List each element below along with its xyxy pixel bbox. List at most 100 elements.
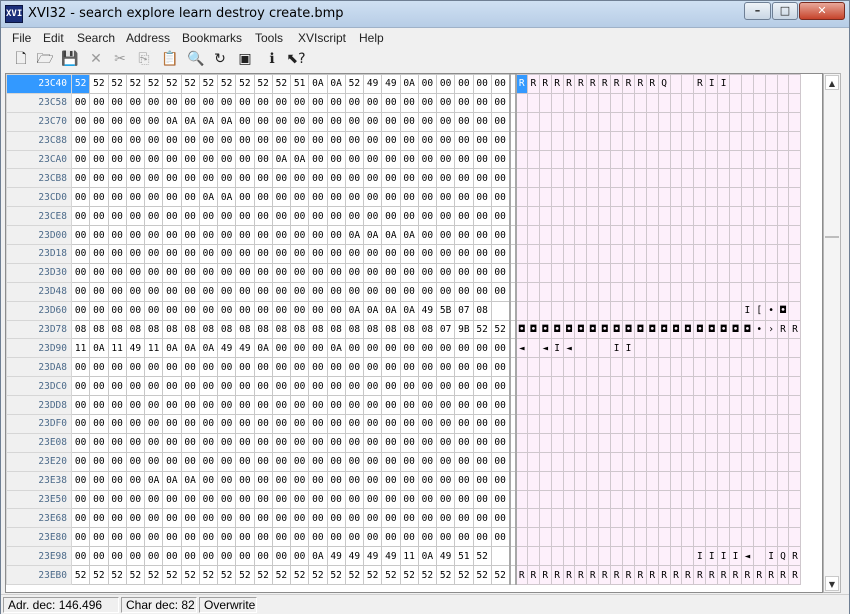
hex-byte[interactable]: 00 [143, 225, 164, 246]
ascii-char[interactable] [657, 338, 671, 359]
hex-byte[interactable]: 00 [472, 92, 492, 113]
ascii-char[interactable] [776, 527, 790, 548]
hex-byte[interactable]: 00 [417, 187, 438, 208]
ascii-char[interactable] [515, 489, 528, 510]
hex-byte[interactable]: 00 [435, 414, 456, 434]
hex-byte[interactable]: 00 [308, 414, 328, 434]
hex-byte[interactable]: 00 [89, 187, 109, 208]
hex-byte[interactable]: 00 [490, 451, 511, 472]
hex-byte[interactable]: 52 [143, 565, 164, 586]
ascii-char[interactable] [669, 244, 683, 264]
hex-byte[interactable]: 00 [289, 281, 310, 302]
ascii-char[interactable] [645, 244, 659, 264]
ascii-char[interactable] [633, 149, 647, 170]
ascii-char[interactable] [562, 395, 576, 416]
ascii-char[interactable]: • [764, 300, 778, 321]
hex-byte[interactable]: 00 [435, 187, 456, 208]
ascii-char[interactable] [681, 281, 695, 302]
ascii-char[interactable] [598, 527, 612, 548]
hex-byte[interactable]: 00 [326, 244, 346, 264]
ascii-char[interactable] [538, 281, 552, 302]
hex-byte[interactable]: 52 [107, 565, 127, 586]
hex-byte[interactable]: 00 [107, 111, 127, 132]
hex-byte[interactable]: 00 [125, 376, 146, 397]
ascii-char[interactable] [538, 451, 552, 472]
hex-byte[interactable]: 00 [435, 527, 456, 548]
hex-byte[interactable]: 00 [253, 395, 273, 416]
hex-byte[interactable]: 00 [289, 244, 310, 264]
ascii-char[interactable] [729, 357, 742, 378]
ascii-char[interactable]: ◘ [681, 319, 695, 340]
ascii-char[interactable] [550, 357, 564, 378]
ascii-char[interactable] [752, 130, 766, 151]
ascii-char[interactable] [740, 187, 754, 208]
hex-byte[interactable]: 00 [125, 206, 146, 227]
ascii-char[interactable] [598, 149, 612, 170]
hex-row[interactable]: 23D18 00 00 00 00 00 00 00 00 00 00 00 00 00 00 00 00 00 0… [6, 244, 802, 264]
ascii-char[interactable]: R [752, 565, 766, 586]
hex-byte[interactable]: 00 [362, 451, 383, 472]
ascii-char[interactable] [598, 489, 612, 510]
hex-byte[interactable]: 00 [472, 281, 492, 302]
ascii-char[interactable] [622, 527, 635, 548]
ascii-char[interactable] [645, 281, 659, 302]
ascii-char[interactable] [645, 300, 659, 321]
hex-byte[interactable]: 00 [271, 262, 292, 283]
hex-byte[interactable]: 00 [271, 357, 292, 378]
ascii-char[interactable] [645, 470, 659, 491]
ascii-char[interactable] [622, 470, 635, 491]
ascii-char[interactable]: R [705, 565, 719, 586]
hex-byte[interactable]: 00 [271, 546, 292, 567]
hex-byte[interactable]: 00 [417, 206, 438, 227]
hex-byte[interactable]: 00 [362, 130, 383, 151]
hex-byte[interactable]: 00 [417, 74, 438, 94]
ascii-char[interactable] [645, 206, 659, 227]
ascii-char[interactable] [598, 244, 612, 264]
ascii-char[interactable] [681, 338, 695, 359]
ascii-char[interactable] [645, 111, 659, 132]
ascii-char[interactable] [717, 168, 731, 189]
hex-byte[interactable]: 00 [180, 546, 200, 567]
ascii-char[interactable] [669, 111, 683, 132]
ascii-char[interactable] [610, 244, 624, 264]
hex-byte[interactable]: 00 [362, 357, 383, 378]
hex-byte[interactable]: 00 [180, 225, 200, 246]
hex-row[interactable]: 23E50 00 00 00 00 00 00 00 00 00 00 00 00 00 00 00 00 00 0… [6, 489, 802, 510]
hex-byte[interactable]: 00 [70, 187, 91, 208]
hex-byte[interactable]: 0A [417, 546, 438, 567]
hex-byte[interactable]: 08 [235, 319, 255, 340]
hex-byte[interactable]: 00 [216, 508, 237, 529]
hex-byte[interactable]: 00 [344, 244, 365, 264]
hex-byte[interactable]: 00 [399, 451, 419, 472]
hex-byte[interactable]: 00 [435, 338, 456, 359]
hex-row[interactable]: 23DC0 00 00 00 00 00 00 00 00 00 00 00 00 00 00 00 00 00 0… [6, 376, 802, 397]
ascii-char[interactable] [633, 300, 647, 321]
hex-byte[interactable]: 00 [381, 187, 401, 208]
ascii-char[interactable] [776, 149, 790, 170]
hex-byte[interactable]: 00 [180, 187, 200, 208]
hex-byte[interactable]: 00 [417, 432, 438, 453]
hex-row[interactable]: 23C58 00 00 00 00 00 00 00 00 00 00 00 00 00 00 00 00 00 0… [6, 92, 802, 113]
ascii-char[interactable] [693, 527, 707, 548]
ascii-char[interactable] [526, 244, 540, 264]
ascii-char[interactable]: R [515, 74, 528, 94]
open-folder-icon[interactable]: 🗁 [36, 50, 54, 68]
ascii-char[interactable] [657, 111, 671, 132]
ascii-char[interactable] [717, 149, 731, 170]
hex-byte[interactable]: 00 [381, 357, 401, 378]
hex-byte[interactable]: 00 [435, 451, 456, 472]
ascii-char[interactable] [574, 130, 588, 151]
row-address[interactable]: 23D78 [6, 319, 72, 340]
hex-byte[interactable]: 00 [70, 489, 91, 510]
hex-byte[interactable]: 00 [89, 376, 109, 397]
ascii-char[interactable] [586, 338, 600, 359]
hex-byte[interactable]: 00 [198, 244, 219, 264]
hex-byte[interactable]: 00 [271, 187, 292, 208]
ascii-char[interactable] [610, 414, 624, 434]
ascii-char[interactable] [752, 225, 766, 246]
hex-byte[interactable]: 00 [472, 187, 492, 208]
hex-byte[interactable]: 00 [344, 92, 365, 113]
ascii-char[interactable] [788, 395, 802, 416]
ascii-char[interactable] [776, 395, 790, 416]
hex-byte[interactable]: 00 [198, 92, 219, 113]
